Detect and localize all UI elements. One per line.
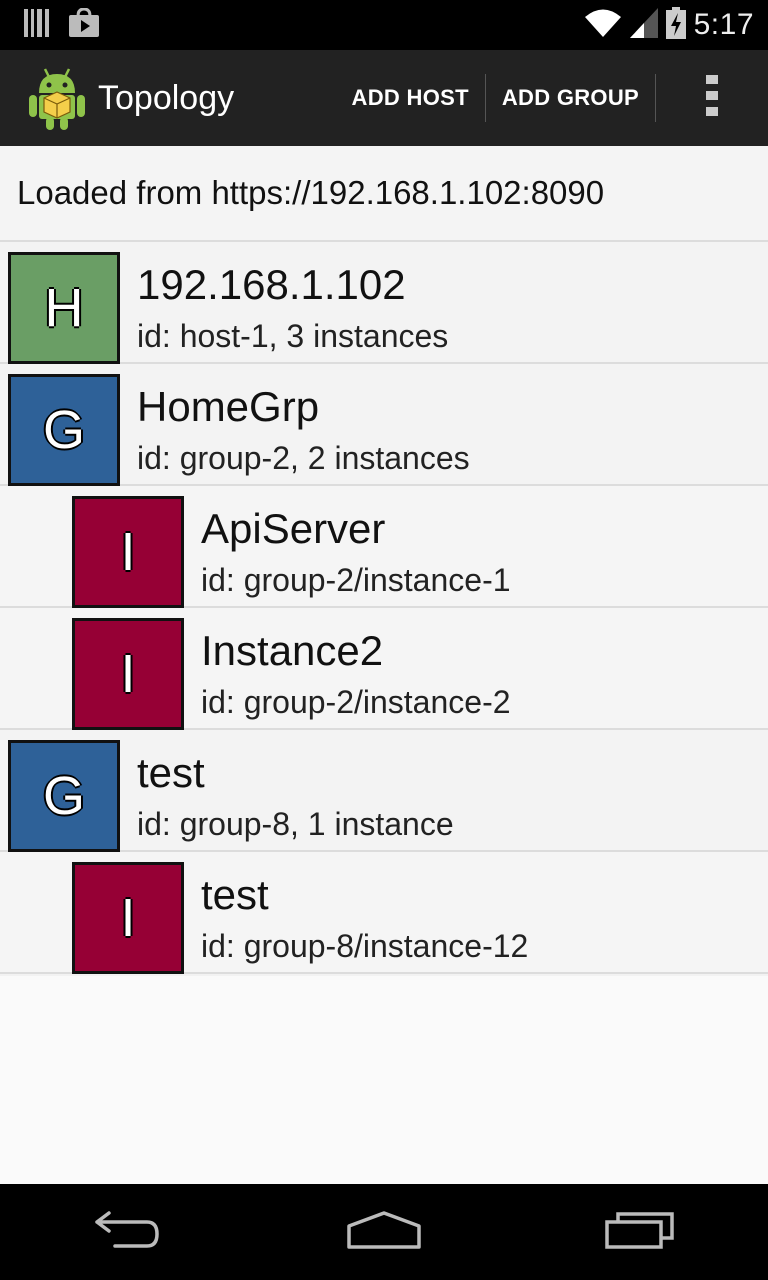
add-host-button[interactable]: ADD HOST [336, 50, 485, 146]
list-item-group[interactable]: G test id: group-8, 1 instance [0, 730, 768, 852]
overflow-menu-icon [705, 74, 719, 123]
list-item-host[interactable]: H 192.168.1.102 id: host-1, 3 instances [0, 242, 768, 364]
cell-signal-icon [629, 7, 658, 43]
item-subtitle: id: group-8/instance-12 [201, 928, 529, 964]
overflow-menu-button[interactable] [656, 50, 768, 146]
item-subtitle: id: group-8, 1 instance [137, 806, 454, 842]
item-name: Instance2 [201, 627, 384, 674]
item-subtitle: id: host-1, 3 instances [137, 318, 449, 354]
android-logo-icon[interactable] [28, 66, 86, 130]
navigation-bar [0, 1184, 768, 1280]
instance-badge: I [72, 496, 184, 608]
group-badge: G [8, 740, 120, 852]
app-title: Topology [98, 78, 235, 117]
add-group-button[interactable]: ADD GROUP [486, 50, 655, 146]
item-name: test [137, 749, 205, 796]
item-subtitle: id: group-2/instance-1 [201, 562, 511, 598]
topology-list: H 192.168.1.102 id: host-1, 3 instances … [0, 242, 768, 974]
back-icon [93, 1210, 163, 1255]
screen: 5:17 Topology ADD HOST ADD GROUP Loaded … [0, 0, 768, 1280]
action-bar: Topology ADD HOST ADD GROUP [0, 50, 768, 146]
home-button[interactable] [314, 1184, 454, 1280]
item-name: 192.168.1.102 [137, 261, 406, 308]
back-button[interactable] [58, 1184, 198, 1280]
store-icon [68, 6, 100, 43]
list-empty-area [0, 976, 768, 1184]
list-item-group[interactable]: G HomeGrp id: group-2, 2 instances [0, 364, 768, 486]
loaded-from-header: Loaded from https://192.168.1.102:8090 [0, 146, 768, 242]
barcode-icon [24, 8, 50, 42]
home-icon [346, 1210, 422, 1255]
item-name: ApiServer [201, 505, 386, 552]
status-bar: 5:17 [0, 0, 768, 50]
status-time: 5:17 [693, 8, 754, 41]
wifi-icon [584, 8, 622, 43]
recents-icon [604, 1210, 676, 1255]
recents-button[interactable] [570, 1184, 710, 1280]
item-name: HomeGrp [137, 383, 320, 430]
item-subtitle: id: group-2/instance-2 [201, 684, 511, 720]
item-name: test [201, 871, 269, 918]
instance-badge: I [72, 618, 184, 730]
battery-charging-icon [665, 6, 686, 44]
list-item-instance[interactable]: I ApiServer id: group-2/instance-1 [0, 486, 768, 608]
list-item-instance[interactable]: I Instance2 id: group-2/instance-2 [0, 608, 768, 730]
group-badge: G [8, 374, 120, 486]
list-item-instance[interactable]: I test id: group-8/instance-12 [0, 852, 768, 974]
host-badge: H [8, 252, 120, 364]
instance-badge: I [72, 862, 184, 974]
item-subtitle: id: group-2, 2 instances [137, 440, 470, 476]
